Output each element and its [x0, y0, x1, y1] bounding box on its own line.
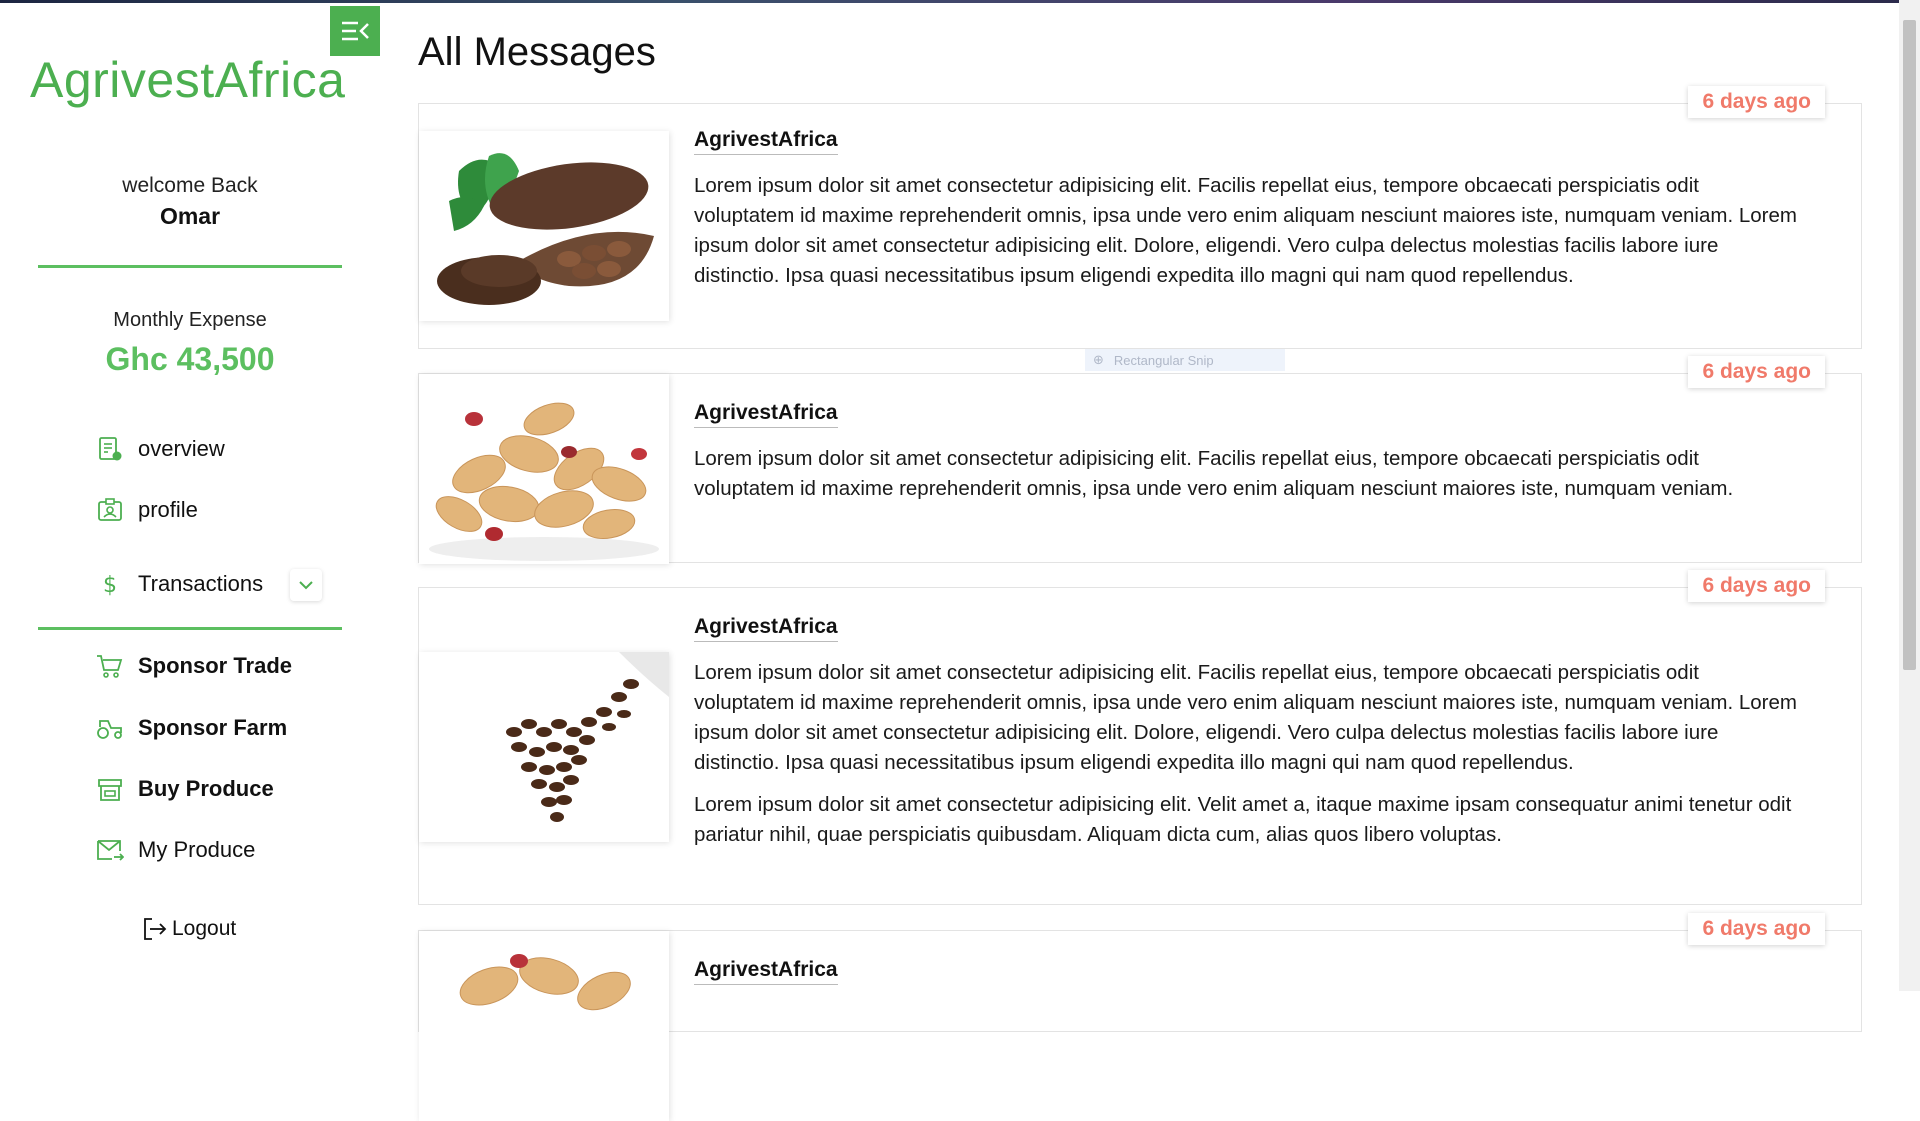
sidebar-divider [38, 265, 342, 268]
message-timestamp-badge: 6 days ago [1688, 86, 1825, 118]
message-sender: AgrivestAfrica [694, 128, 838, 155]
chevron-down-icon [299, 581, 313, 590]
messages-panel: All Messages AgrivestAfrica Lorem ipsum … [418, 0, 1862, 1121]
monthly-expense-label: Monthly Expense [113, 309, 267, 331]
message-timestamp-badge: 6 days ago [1688, 356, 1825, 388]
rectangular-snip-overlay[interactable]: ⊕ Rectangular Snip [1085, 349, 1285, 371]
menu-collapse-icon [342, 21, 369, 41]
menu-toggle-button[interactable] [330, 6, 380, 56]
overview-icon [96, 435, 124, 463]
message-paragraph: Lorem ipsum dolor sit amet consectetur a… [694, 793, 1792, 846]
nav-profile-label: profile [138, 497, 198, 522]
message-paragraph: Lorem ipsum dolor sit amet consectetur a… [694, 174, 1797, 287]
nav-transactions[interactable]: $ Transactions [96, 566, 263, 602]
peanuts-image [419, 931, 669, 1121]
nav-my-produce[interactable]: My Produce [96, 832, 255, 868]
message-timestamp-badge: 6 days ago [1688, 913, 1825, 945]
profile-icon [96, 496, 124, 524]
scrollbar-thumb[interactable] [1903, 20, 1916, 670]
message-sender: AgrivestAfrica [694, 401, 838, 428]
nav-sponsor-trade-label: Sponsor Trade [138, 653, 293, 678]
tractor-icon [96, 714, 124, 742]
cart-icon [96, 652, 124, 680]
dollar-icon: $ [96, 570, 124, 598]
page-title: All Messages [418, 30, 656, 74]
nav-overview-label: overview [138, 436, 225, 461]
welcome-text: welcome Back [122, 174, 258, 197]
cocoa-beans-image [419, 131, 669, 321]
mail-arrow-icon [96, 836, 124, 864]
nav-sponsor-trade[interactable]: Sponsor Trade [96, 648, 292, 684]
message-sender: AgrivestAfrica [694, 958, 838, 985]
monthly-expense-value: Ghc 43,500 [105, 341, 275, 377]
nav-sponsor-farm-label: Sponsor Farm [138, 715, 288, 740]
message-timestamp-badge: 6 days ago [1688, 570, 1825, 602]
scrollbar[interactable] [1899, 0, 1920, 991]
svg-text:$: $ [103, 573, 117, 597]
peanuts-image [419, 374, 669, 564]
message-card[interactable]: AgrivestAfrica Lorem ipsum dolor sit ame… [418, 570, 1862, 905]
message-body: Lorem ipsum dolor sit amet consectetur a… [694, 658, 1804, 862]
message-card[interactable]: AgrivestAfrica 6 days ago [418, 913, 1862, 1121]
nav-sponsor-farm[interactable]: Sponsor Farm [96, 710, 287, 746]
message-paragraph: Lorem ipsum dolor sit amet consectetur a… [694, 661, 1797, 774]
brand-logo[interactable]: AgrivestAfrica [30, 51, 345, 109]
transactions-expand-button[interactable] [290, 569, 322, 601]
logout-button[interactable]: Logout [142, 916, 236, 942]
logout-label: Logout [172, 917, 237, 940]
nav-transactions-label: Transactions [138, 571, 264, 596]
nav-overview[interactable]: overview [96, 431, 225, 467]
snip-label: Rectangular Snip [1113, 352, 1214, 368]
message-card[interactable]: AgrivestAfrica Lorem ipsum dolor sit ame… [418, 356, 1862, 564]
nav-profile[interactable]: profile [96, 492, 198, 528]
message-body: Lorem ipsum dolor sit amet consectetur a… [694, 444, 1804, 516]
logout-icon [142, 916, 168, 942]
nav-buy-produce[interactable]: Buy Produce [96, 771, 274, 807]
user-name: Omar [159, 203, 221, 229]
store-icon [96, 775, 124, 803]
sidebar: AgrivestAfrica welcome Back Omar Monthly… [0, 3, 380, 991]
message-paragraph: Lorem ipsum dolor sit amet consectetur a… [694, 447, 1734, 500]
nav-buy-produce-label: Buy Produce [138, 776, 274, 801]
message-card[interactable]: AgrivestAfrica Lorem ipsum dolor sit ame… [418, 86, 1862, 349]
message-body: Lorem ipsum dolor sit amet consectetur a… [694, 171, 1804, 303]
coffee-beans-image [419, 652, 669, 842]
message-sender: AgrivestAfrica [694, 615, 838, 642]
snip-icon: ⊕ [1093, 352, 1104, 367]
nav-my-produce-label: My Produce [138, 837, 256, 862]
sidebar-divider-2 [38, 627, 342, 630]
